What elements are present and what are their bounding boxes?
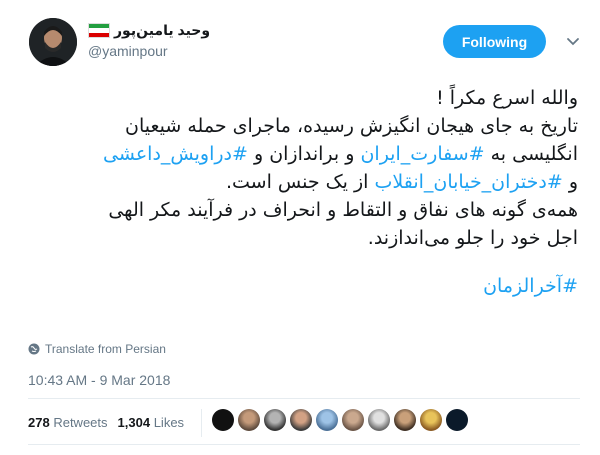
tweet-text: والله اسرع مکراً ! تاریخ به جای هیجان ان… [18, 84, 578, 300]
liker-avatar[interactable] [316, 409, 338, 431]
display-name[interactable]: وحید یامین‌پور [114, 22, 210, 39]
avatar[interactable] [29, 18, 77, 66]
hashtag-link[interactable]: #دختران_خیابان_انقلاب [374, 171, 562, 193]
globe-icon [28, 343, 40, 355]
tweet-timestamp[interactable]: 10:43 AM - 9 Mar 2018 [28, 372, 170, 388]
tweet-line: والله اسرع مکراً ! [436, 87, 578, 109]
hashtag-link[interactable]: #سفارت_ایران [360, 143, 484, 165]
liker-avatar[interactable] [238, 409, 260, 431]
likes-count: 1,304 [117, 415, 151, 430]
hashtag-symbol: # [468, 143, 485, 165]
retweets-label: Retweets [53, 415, 108, 430]
hashtag-symbol: # [232, 143, 248, 165]
tweet-line: اجل خود را جلو می‌اندازند. [367, 227, 578, 249]
tweet-text-fragment: و [568, 171, 578, 193]
hashtag-symbol: # [546, 171, 563, 193]
tweet-line: و #دختران_خیابان_انقلاب از یک جنس است. [18, 168, 578, 196]
divider [28, 444, 580, 445]
tweet-card: وحید یامین‌پور @yaminpour Following والل… [0, 0, 600, 455]
liker-avatar[interactable] [290, 409, 312, 431]
liker-avatar[interactable] [342, 409, 364, 431]
divider [28, 398, 580, 399]
user-handle[interactable]: @yaminpour [88, 43, 168, 59]
liker-avatar[interactable] [394, 409, 416, 431]
likers-avatars [212, 409, 468, 431]
translate-label[interactable]: Translate from Persian [45, 342, 166, 356]
chevron-down-icon[interactable] [566, 34, 580, 48]
hashtag-text: دراویش_داعشی [103, 143, 233, 165]
liker-avatar[interactable] [212, 409, 234, 431]
retweets-stat[interactable]: 278 Retweets [28, 415, 108, 430]
user-name-row[interactable]: وحید یامین‌پور [88, 22, 210, 39]
hashtag-text: دختران_خیابان_انقلاب [374, 171, 547, 193]
likes-stat[interactable]: 1,304 Likes [118, 415, 185, 430]
hashtag-link[interactable]: #آخرالزمان [483, 275, 578, 297]
tweet-text-fragment: و براندازان و [253, 143, 355, 165]
iran-flag-icon [88, 23, 110, 38]
liker-avatar[interactable] [420, 409, 442, 431]
likes-label: Likes [153, 415, 185, 430]
flag-stripe-red [89, 32, 109, 37]
hashtag-text: سفارت_ایران [360, 143, 469, 165]
tweet-line: تاریخ به جای هیجان انگیزش رسیده، ماجرای … [125, 115, 578, 137]
tweet-text-fragment: انگلیسی به [490, 143, 578, 165]
avatar-image [29, 18, 77, 66]
tweet-line: انگلیسی به #سفارت_ایران و براندازان و #د… [18, 140, 578, 168]
liker-avatar[interactable] [368, 409, 390, 431]
tweet-line: همه‌ی گونه های نفاق و التقاط و انحراف در… [108, 199, 578, 221]
liker-avatar[interactable] [446, 409, 468, 431]
translate-link[interactable]: Translate from Persian [28, 342, 166, 356]
hashtag-link[interactable]: #دراویش_داعشی [103, 143, 248, 165]
divider [201, 409, 202, 437]
retweets-count: 278 [28, 415, 50, 430]
tweet-text-fragment: از یک جنس است. [225, 171, 369, 193]
following-button[interactable]: Following [443, 25, 546, 58]
liker-avatar[interactable] [264, 409, 286, 431]
tweet-stats: 278 Retweets 1,304 Likes [28, 415, 184, 430]
tweet-line: #آخرالزمان [18, 272, 578, 300]
